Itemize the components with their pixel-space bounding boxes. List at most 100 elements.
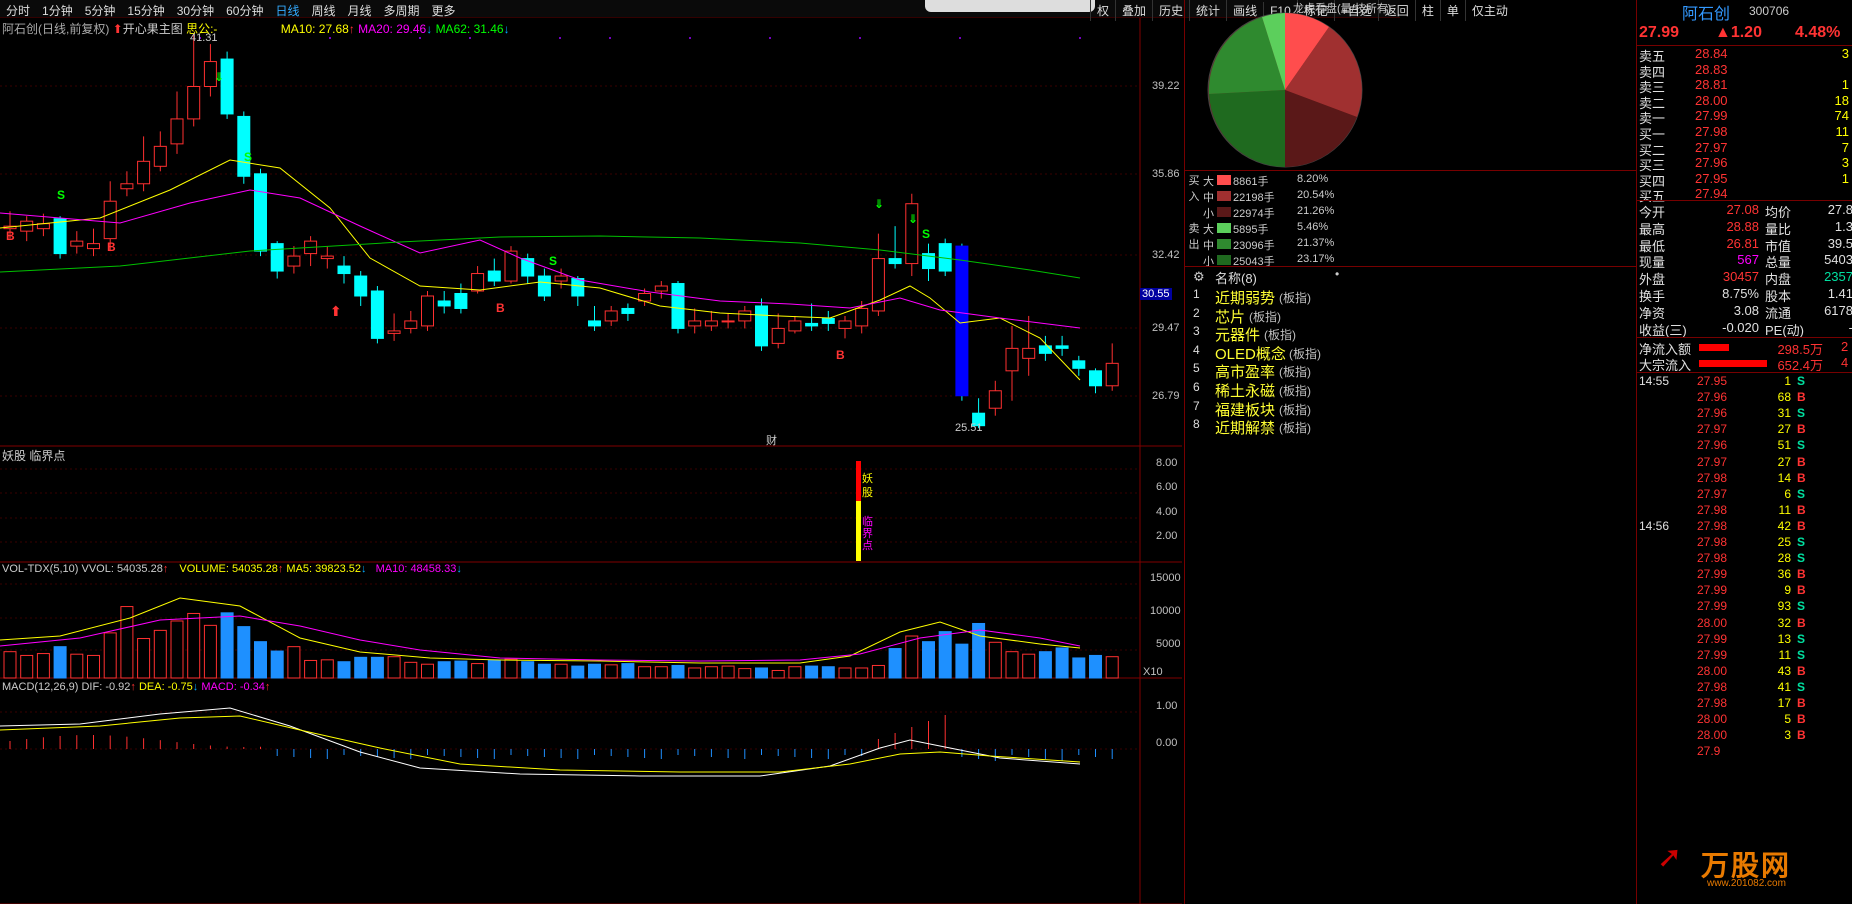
macd-value: MACD: -0.34 <box>201 681 265 693</box>
candle-body <box>821 317 835 324</box>
vol-name: VOL-TDX(5,10) <box>2 563 79 575</box>
tick-price: 27.97 <box>1697 486 1728 501</box>
volume-bar <box>471 663 485 679</box>
tick-price: 28.00 <box>1697 728 1728 743</box>
capital-pie-chart <box>1207 12 1363 168</box>
candle-body <box>437 300 451 307</box>
volume-bar <box>838 667 852 679</box>
concept-row[interactable]: 6 稀土永磁 (板指) <box>1185 380 1625 400</box>
period-tab[interactable]: 5分钟 <box>85 2 116 19</box>
level-price: 27.95 <box>1695 170 1728 186</box>
volume-bar <box>1038 651 1052 679</box>
marker-dot <box>1079 37 1081 39</box>
price-tick: 29.47 <box>1152 322 1180 334</box>
flow-volume: 5895手 <box>1233 224 1269 236</box>
search-popup-stub[interactable] <box>925 0 1095 12</box>
stat-row: 今开 27.08 均价 27.8 <box>1637 202 1852 220</box>
period-tab[interactable]: 多周期 <box>384 2 420 19</box>
volume-bar <box>1089 654 1102 679</box>
concept-row[interactable]: 7 福建板块 (板指) <box>1185 399 1625 419</box>
up-arrow-icon: ⬆ <box>330 303 342 319</box>
period-tab[interactable]: 月线 <box>348 2 372 19</box>
macd-tick: 1.00 <box>1156 700 1178 712</box>
level-price: 28.83 <box>1695 61 1728 77</box>
volume-bar <box>788 666 802 679</box>
dea-line <box>0 715 1081 773</box>
flow-swatch <box>1217 191 1231 201</box>
period-tab[interactable]: 分时 <box>6 2 30 19</box>
period-tab-more[interactable]: 更多 <box>432 2 456 19</box>
candle-body <box>855 307 869 327</box>
volume-bar <box>87 654 100 679</box>
tick-volume: 14 <box>1777 470 1791 485</box>
tick-price: 27.97 <box>1697 454 1728 469</box>
stat-row: 净资 3.08 流通 6178 <box>1637 303 1852 321</box>
vol-legend: VOL-TDX(5,10) VVOL: 54035.28↑ VOLUME: 54… <box>2 563 462 575</box>
stat-value: 28.88 <box>1726 218 1759 234</box>
tick-side: S <box>1797 679 1806 694</box>
candle-body <box>287 255 301 267</box>
price-change: ▲1.20 <box>1715 24 1762 41</box>
marker-dot <box>689 37 691 39</box>
fin-marker[interactable]: 财 <box>766 432 777 448</box>
yaogu-bar-red <box>856 461 861 501</box>
stat-label: 收益(三) <box>1639 322 1687 338</box>
tick-side: S <box>1797 486 1806 501</box>
period-tab[interactable]: 1分钟 <box>42 2 73 19</box>
marker-dot <box>559 37 561 39</box>
tick-volume: 68 <box>1777 390 1791 405</box>
concept-row[interactable]: 5 高市盈率 (板指) <box>1185 361 1625 381</box>
candle-body <box>454 292 468 309</box>
stat-value: - <box>1797 320 1852 335</box>
tick-price: 27.95 <box>1697 374 1728 388</box>
volume-bar <box>1055 647 1069 679</box>
volume-bar <box>1105 656 1119 679</box>
flow-row: 中 22198手 20.54% <box>1201 189 1641 205</box>
volume-bar <box>721 665 735 679</box>
down-arrow-icon: ⇓ <box>908 212 918 226</box>
tick-price: 27.9 <box>1697 744 1721 759</box>
tick-side: B <box>1797 454 1806 469</box>
vol-ma10: MA10: 48458.33 <box>375 563 457 575</box>
period-tab[interactable]: 周线 <box>311 2 335 19</box>
price-tick: 35.86 <box>1152 168 1180 180</box>
level-volume: 18 <box>1834 92 1849 108</box>
tick-row: 27.9 <box>1637 744 1852 762</box>
concept-row[interactable]: 1 近期弱势 (板指) <box>1185 287 1625 307</box>
candle-body <box>270 243 284 272</box>
period-tab[interactable]: 15分钟 <box>127 2 164 19</box>
candle-body <box>755 305 768 347</box>
pie-slice-sell-small <box>1209 90 1285 167</box>
concept-row[interactable]: 3 元器件 (板指) <box>1185 324 1625 344</box>
concept-row[interactable]: 2 芯片 (板指) <box>1185 306 1625 326</box>
concept-tag: (板指) <box>1264 328 1296 343</box>
stat-row: 换手 8.75% 股本 1.41 <box>1637 286 1852 304</box>
concept-list: ⚙ 名称(8) • 1 近期弱势 (板指) 2 芯片 (板指) 3 元器件 (板指) 4 OLED概… <box>1185 266 1637 446</box>
tick-price: 27.99 <box>1697 583 1728 598</box>
concept-row[interactable]: 4 OLED概念 (板指) <box>1185 343 1625 363</box>
candle-body <box>337 265 351 275</box>
down-arrow-icon: ⇓ <box>874 197 884 211</box>
concept-row[interactable]: 8 近期解禁 (板指) <box>1185 417 1625 437</box>
tick-volume: 5 <box>1784 712 1791 727</box>
volume-bar <box>304 659 318 679</box>
volume-bar <box>437 661 451 679</box>
stat-value: 5403 <box>1824 252 1852 268</box>
flow-swatch <box>1217 207 1231 217</box>
volume-bar <box>938 631 952 679</box>
volume-bar <box>621 663 635 679</box>
tick-price: 27.98 <box>1697 470 1728 485</box>
gear-icon[interactable]: ⚙ <box>1193 269 1205 285</box>
flow-swatch <box>1217 175 1231 185</box>
period-tab-selected[interactable]: 日线 <box>275 2 299 19</box>
candle-body <box>170 118 184 145</box>
period-tab[interactable]: 60分钟 <box>226 2 263 19</box>
tick-price: 27.97 <box>1697 422 1728 437</box>
period-tab[interactable]: 30分钟 <box>177 2 214 19</box>
candle-body <box>788 320 802 332</box>
tick-volume: 93 <box>1777 599 1791 614</box>
yaogu-label: 妖股 <box>862 473 873 499</box>
buy-signal: B <box>107 240 116 254</box>
volume-bar <box>137 638 151 679</box>
stat-value: 26.81 <box>1726 235 1759 251</box>
